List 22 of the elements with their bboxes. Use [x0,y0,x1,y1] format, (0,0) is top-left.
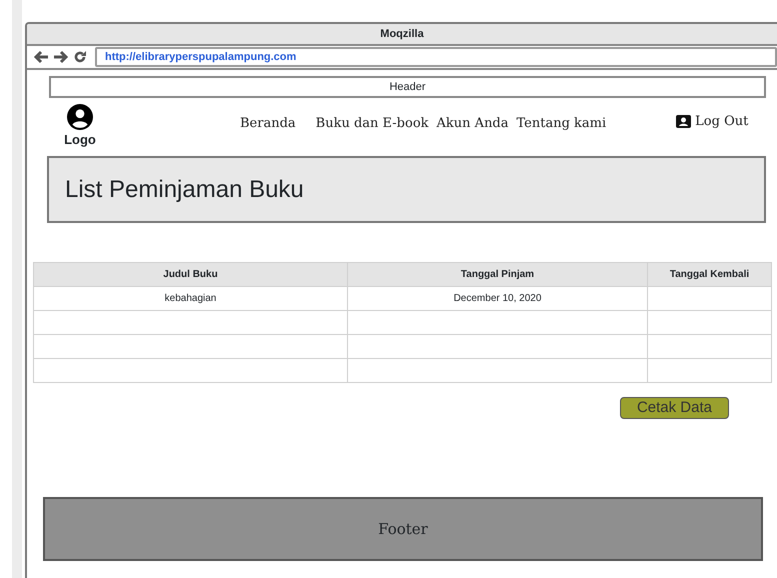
back-icon[interactable] [33,50,49,64]
column-header: Tanggal Pinjam [348,262,648,286]
page-title: List Peminjaman Buku [47,156,766,223]
nav-link[interactable]: Akun Anda [432,114,513,134]
print-button[interactable]: Cetak Data [620,397,729,419]
nav-link[interactable]: Buku dan E-book [312,114,433,134]
column-header: Tanggal Kembali [648,262,772,286]
header-bar: Header [49,76,766,98]
account-icon [676,115,692,128]
table-cell: December 10, 2020 [348,286,648,310]
address-bar[interactable]: http://elibraryperspupalampung.com [95,47,777,67]
footer-bar: Footer [43,497,763,561]
logo-label: Logo [64,131,96,149]
window-title: Moqzilla [27,24,777,46]
reload-icon[interactable] [73,50,87,64]
forward-icon[interactable] [53,50,69,64]
table-cell: kebahagian [34,286,348,310]
nav-link[interactable]: Beranda [236,114,300,134]
logout-link[interactable]: Log Out [676,104,748,132]
user-icon [67,104,93,130]
nav-link[interactable]: Tentang kami [512,114,610,134]
column-header: Judul Buku [34,262,348,286]
